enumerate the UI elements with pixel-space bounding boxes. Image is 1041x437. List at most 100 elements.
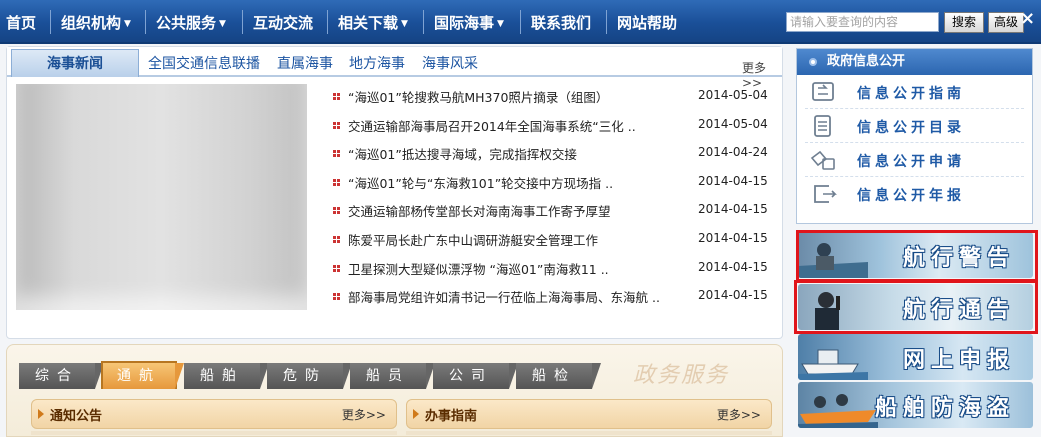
gov-info-title: 政府信息公开 [827, 54, 906, 69]
bullet-icon [333, 264, 340, 272]
news-photo[interactable] [16, 84, 307, 310]
nav-item-label: 组织机构 [61, 14, 122, 32]
list-item[interactable]: “海巡01”轮与“东海救101”轮交接中方现场指 .. 2014-04-15 [330, 170, 780, 199]
nav-item-contact[interactable]: 联系我们 [531, 0, 591, 44]
tab-hazard-prevention[interactable]: 危防 [267, 363, 352, 389]
news-panel: 海事新闻 全国交通信息联播 直属海事 地方海事 海事风采 更多>> “海巡01”… [6, 46, 783, 339]
notice-panel-header: 通知公告 更多>> [31, 399, 397, 429]
nav-item-help[interactable]: 网站帮助 [617, 0, 677, 44]
news-date: 2014-04-15 [698, 259, 768, 274]
tab-company[interactable]: 公司 [433, 363, 518, 389]
anti-piracy-banner[interactable]: 船舶防海盗 [798, 382, 1033, 428]
nav-separator [242, 10, 243, 34]
news-date: 2014-05-04 [698, 88, 768, 102]
caret-down-icon: ▼ [124, 19, 131, 29]
nav-item-public-service[interactable]: 公共服务 ▼ [156, 0, 226, 44]
online-declaration-banner[interactable]: 网上申报 [798, 334, 1033, 380]
news-title[interactable]: “海巡01”轮搜救马航MH370照片摘录（组图） [348, 87, 608, 106]
search-button[interactable]: 搜索 [944, 12, 984, 33]
guide-panel-header: 办事指南 更多>> [406, 399, 772, 429]
tab-traffic-broadcast[interactable]: 全国交通信息联播 [148, 53, 260, 73]
news-date: 2014-04-15 [698, 202, 768, 217]
bullet-icon [333, 121, 340, 129]
bullet-icon [333, 293, 340, 301]
panel-divider [31, 431, 397, 435]
gov-info-item-report[interactable]: 信息公开年报 [805, 177, 1024, 211]
news-title[interactable]: “海巡01”轮与“东海救101”轮交接中方现场指 .. [348, 173, 613, 192]
list-item[interactable]: 部海事局党组许如清书记一行莅临上海海事局、东海航 .. 2014-04-15 [330, 284, 780, 313]
news-date: 2014-04-24 [698, 145, 768, 160]
news-title[interactable]: 陈爱平局长赴广东中山调研游艇安全管理工作 [348, 230, 598, 249]
guide-icon [812, 82, 834, 101]
arrow-right-icon [413, 409, 419, 419]
service-section: 综合 通航 船舶 危防 船员 公司 船检 政务服务 通知公告 更多>> 办事指南… [6, 344, 783, 437]
nav-separator [327, 10, 328, 34]
service-watermark: 政务服务 [633, 363, 730, 388]
news-date: 2014-05-04 [698, 116, 768, 131]
news-title[interactable]: “海巡01”抵达搜寻海域，完成指挥权交接 [348, 144, 577, 163]
arrow-right-icon [38, 409, 44, 419]
nav-item-interaction[interactable]: 互动交流 [253, 0, 313, 44]
nav-separator [606, 10, 607, 34]
tab-maritime-style[interactable]: 海事风采 [422, 53, 478, 73]
nav-separator [145, 10, 146, 34]
gov-info-item-catalog[interactable]: 信息公开目录 [805, 109, 1024, 143]
news-title[interactable]: 交通运输部海事局召开2014年全国海事系统“三化 .. [348, 116, 636, 135]
news-tab-bar: 海事新闻 全国交通信息联播 直属海事 地方海事 海事风采 更多>> [7, 47, 782, 90]
bullet-icon [333, 178, 340, 186]
tab-general[interactable]: 综合 [19, 363, 104, 389]
tab-ship-inspection[interactable]: 船检 [516, 363, 601, 389]
bullet-icon [333, 207, 340, 215]
close-icon[interactable]: × [1020, 8, 1035, 29]
list-item[interactable]: “海巡01”轮搜救马航MH370照片摘录（组图） 2014-05-04 [330, 84, 780, 113]
nav-item-organization[interactable]: 组织机构 ▼ [61, 0, 131, 44]
news-date: 2014-04-15 [698, 288, 768, 303]
top-navigation-bar: 首页 组织机构 ▼ 公共服务 ▼ 互动交流 相关下载 ▼ 国际海事 ▼ 联系我们 网站帮… [0, 0, 1041, 44]
tab-navigation[interactable]: 通航 [101, 361, 184, 389]
tab-ships[interactable]: 船舶 [184, 363, 269, 389]
apply-icon [810, 150, 835, 170]
news-title[interactable]: 卫星探测大型疑似漂浮物 “海巡01”南海救11 .. [348, 259, 609, 278]
banner-label: 船舶防海盗 [874, 396, 1015, 421]
gov-info-header: 政府信息公开 [797, 49, 1032, 75]
tab-maritime-news[interactable]: 海事新闻 [11, 49, 139, 77]
highlight-frame [794, 280, 1038, 334]
bullet-icon [333, 93, 340, 100]
nav-separator [423, 10, 424, 34]
nav-item-international[interactable]: 国际海事 ▼ [434, 0, 504, 44]
banner-label: 网上申报 [902, 348, 1015, 373]
report-icon [814, 185, 837, 203]
caret-down-icon: ▼ [497, 19, 504, 29]
nav-item-home[interactable]: 首页 [6, 0, 36, 44]
notice-panel-title: 通知公告 [50, 409, 103, 424]
list-item[interactable]: 交通运输部海事局召开2014年全国海事系统“三化 .. 2014-05-04 [330, 113, 780, 142]
list-item[interactable]: 交通运输部杨传堂部长对海南海事工作寄予厚望 2014-04-15 [330, 198, 780, 227]
list-item[interactable]: 卫星探测大型疑似漂浮物 “海巡01”南海救11 .. 2014-04-15 [330, 256, 780, 285]
nav-item-label: 国际海事 [434, 14, 495, 32]
search-input[interactable] [786, 12, 939, 32]
boat-crew-icon [798, 394, 878, 428]
advanced-search-button[interactable]: 高级 [988, 12, 1024, 33]
tab-direct-maritime[interactable]: 直属海事 [277, 53, 333, 73]
tab-crew[interactable]: 船员 [350, 363, 435, 389]
catalog-icon [814, 115, 831, 137]
tab-local-maritime[interactable]: 地方海事 [349, 53, 405, 73]
page: 首页 组织机构 ▼ 公共服务 ▼ 互动交流 相关下载 ▼ 国际海事 ▼ 联系我们 网站帮… [0, 0, 1041, 437]
caret-down-icon: ▼ [401, 19, 408, 29]
guide-more-link[interactable]: 更多>> [717, 406, 761, 423]
list-item[interactable]: “海巡01”抵达搜寻海域，完成指挥权交接 2014-04-24 [330, 141, 780, 170]
gov-info-label: 信息公开年报 [857, 188, 965, 204]
news-title[interactable]: 交通运输部杨传堂部长对海南海事工作寄予厚望 [348, 201, 611, 220]
news-title[interactable]: 部海事局党组许如清书记一行莅临上海海事局、东海航 .. [348, 287, 660, 306]
gov-info-box: 政府信息公开 信息公开指南 信息公开目录 信息公开申请 信息公开年报 [796, 48, 1033, 224]
guide-panel-title: 办事指南 [425, 409, 478, 424]
panel-divider [406, 431, 772, 435]
gov-info-item-guide[interactable]: 信息公开指南 [805, 75, 1024, 109]
gov-info-item-apply[interactable]: 信息公开申请 [805, 143, 1024, 177]
list-item[interactable]: 陈爱平局长赴广东中山调研游艇安全管理工作 2014-04-15 [330, 227, 780, 256]
highlight-frame [796, 230, 1038, 282]
nav-item-label: 公共服务 [156, 14, 217, 32]
notice-more-link[interactable]: 更多>> [342, 406, 386, 423]
news-list: “海巡01”轮搜救马航MH370照片摘录（组图） 2014-05-04 交通运输… [330, 84, 780, 313]
nav-item-downloads[interactable]: 相关下载 ▼ [338, 0, 408, 44]
